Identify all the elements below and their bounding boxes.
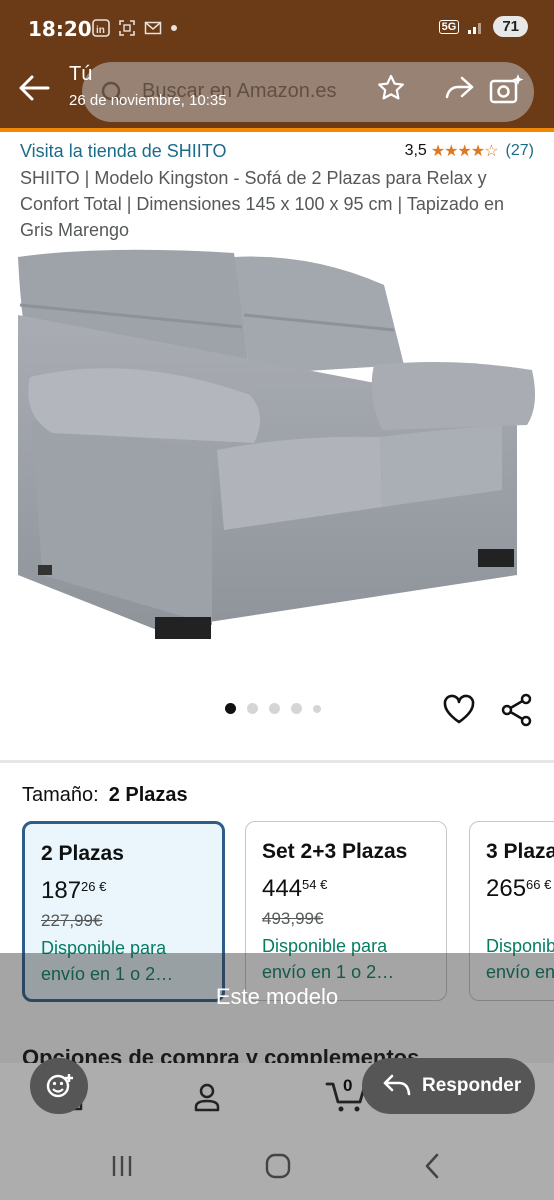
dot-icon — [171, 25, 177, 31]
system-navigation-bar — [0, 1140, 554, 1200]
rating-count[interactable]: (27) — [506, 142, 534, 160]
star-icon[interactable] — [377, 74, 405, 102]
account-icon[interactable] — [193, 1082, 221, 1112]
emoji-reaction-button[interactable] — [30, 1058, 88, 1114]
section-divider — [0, 760, 554, 763]
network-5g-icon: 5G — [438, 19, 460, 34]
mail-icon — [144, 21, 162, 35]
variant-price: 44454 € — [262, 875, 328, 902]
reply-label: Responder — [422, 1075, 522, 1096]
signal-icon — [468, 22, 482, 34]
svg-text:in: in — [96, 25, 105, 36]
reply-arrow-icon — [383, 1074, 411, 1096]
variant-name: 3 Plazas — [486, 840, 554, 863]
header-accent-line — [0, 128, 554, 132]
status-bar: 18:20 in 5G 71 — [0, 0, 554, 56]
carousel-dot-5[interactable] — [313, 704, 321, 713]
heart-icon[interactable] — [442, 693, 476, 725]
battery-level: 71 — [493, 16, 528, 37]
home-button-icon[interactable] — [264, 1152, 292, 1180]
status-time: 18:20 — [28, 17, 92, 41]
linkedin-icon: in — [92, 19, 110, 37]
image-carousel-dots[interactable] — [225, 703, 321, 714]
carousel-dot-1[interactable] — [225, 703, 236, 714]
emoji-add-icon — [46, 1074, 73, 1098]
variant-price: 18726 € — [41, 877, 107, 904]
size-selector-label: Tamaño: 2 Plazas — [22, 784, 188, 807]
carousel-dot-4[interactable] — [291, 703, 302, 714]
variant-old-price: 493,99€ — [262, 909, 324, 928]
store-link[interactable]: Visita la tienda de SHIITO — [20, 141, 226, 162]
variant-price: 26566 € — [486, 875, 552, 902]
camera-ai-icon[interactable] — [489, 72, 525, 106]
back-arrow-icon[interactable] — [18, 74, 50, 102]
variant-name: Set 2+3 Plazas — [262, 840, 408, 863]
size-label-text: Tamaño: — [22, 784, 99, 806]
rating-stars-icon: ★★★★☆ — [430, 143, 499, 160]
notification-date: 26 de noviembre, 10:35 — [69, 92, 227, 109]
forward-icon[interactable] — [444, 74, 476, 102]
reply-button[interactable]: Responder — [362, 1058, 535, 1114]
system-back-icon[interactable] — [422, 1152, 442, 1180]
recent-apps-icon[interactable] — [110, 1154, 134, 1178]
media-caption: Este modelo — [215, 984, 339, 1009]
product-title: SHIITO | Modelo Kingston - Sofá de 2 Pla… — [20, 168, 504, 240]
size-selected-value: 2 Plazas — [108, 784, 188, 806]
notification-title: Tú — [69, 63, 93, 85]
cart-count: 0 — [343, 1076, 353, 1095]
product-image[interactable] — [12, 245, 542, 655]
rating-value: 3,5 — [404, 142, 427, 159]
carousel-dot-2[interactable] — [247, 703, 258, 714]
carousel-dot-3[interactable] — [269, 703, 280, 714]
rating-summary[interactable]: 3,5 ★★★★☆ (27) — [405, 141, 534, 161]
share-icon[interactable] — [500, 693, 534, 727]
variant-name: 2 Plazas — [41, 842, 124, 865]
screenshot-icon — [119, 20, 135, 36]
status-notification-icons: in — [92, 19, 178, 37]
variant-old-price: 227,99€ — [41, 911, 103, 930]
